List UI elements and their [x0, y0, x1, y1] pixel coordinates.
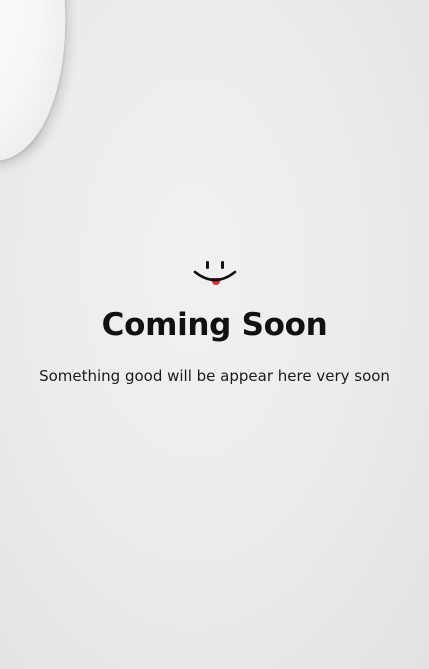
- page-subtitle: Something good will be appear here very …: [39, 367, 390, 385]
- page-title: Coming Soon: [101, 307, 328, 343]
- coming-soon-content: Coming Soon Something good will be appea…: [0, 256, 429, 387]
- coming-soon-page: Coming Soon Something good will be appea…: [0, 0, 429, 669]
- smiley-tongue-icon: [193, 261, 236, 285]
